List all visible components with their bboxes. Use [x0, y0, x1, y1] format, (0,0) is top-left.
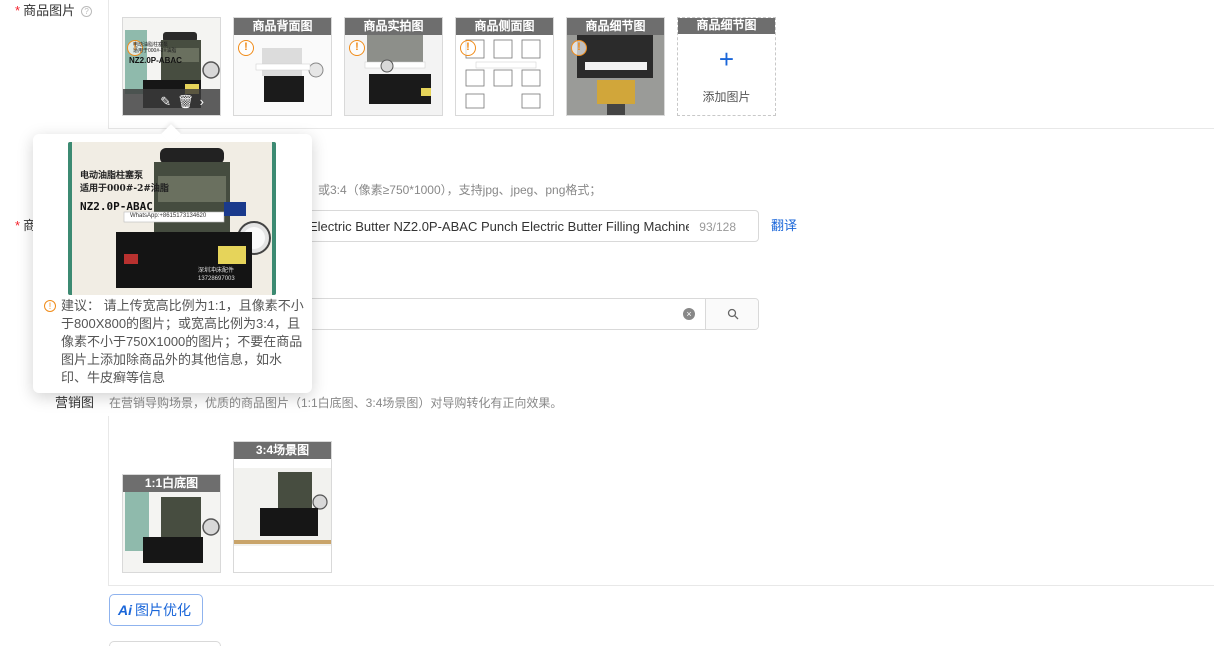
marketing-slot-scene[interactable]: 3:4场景图: [233, 441, 332, 573]
product-title-value[interactable]: Electric Butter NZ2.0P-ABAC Punch Electr…: [309, 219, 689, 234]
product-title-input[interactable]: Electric Butter NZ2.0P-ABAC Punch Electr…: [290, 210, 759, 242]
product-images-label: * 商品图片?: [15, 0, 93, 19]
slot-tag: 3:4场景图: [234, 442, 331, 459]
slot-tag: 商品细节图: [678, 18, 775, 34]
slot-tag: 1:1白底图: [123, 475, 220, 492]
product-model-text: NZ2.0P-ABAC: [129, 56, 182, 65]
product-image-slot-real[interactable]: 商品实拍图 !: [344, 17, 443, 116]
required-mark: *: [15, 218, 21, 233]
chevron-right-icon[interactable]: ›: [200, 94, 210, 109]
marketing-slot-white-bg[interactable]: 1:1白底图: [122, 474, 221, 573]
plus-icon: +: [718, 44, 735, 74]
ai-icon: Ai: [118, 602, 132, 618]
slot-tag: 商品侧面图: [456, 18, 553, 35]
required-mark: *: [15, 3, 21, 18]
delete-icon[interactable]: 🗑: [177, 94, 200, 109]
slot-tag: 商品背面图: [234, 18, 331, 35]
clear-icon[interactable]: ×: [683, 308, 695, 320]
product-image-slot-side[interactable]: 商品侧面图 !: [455, 17, 554, 116]
product-photo: [234, 442, 331, 572]
slot-tag: 商品实拍图: [345, 18, 442, 35]
product-image-slot-detail[interactable]: 商品细节图 !: [566, 17, 665, 116]
warning-icon: !: [571, 40, 587, 56]
help-icon[interactable]: ?: [81, 6, 93, 17]
popover-text: 建议： 请上传宽高比例为1:1，且像素不小于800X800的图片；或宽高比例为3…: [61, 298, 304, 385]
product-image-slot-main[interactable]: ! 电动油脂柱塞泵 适用于000#-2#油脂 NZ2.0P-ABAC ✎🗑›: [122, 17, 221, 116]
next-button-partial[interactable]: [109, 641, 221, 646]
marketing-hint: 在营销导购场景，优质的商品图片（1:1白底图、3:4场景图）对导购转化有正向效果…: [109, 396, 563, 410]
marketing-images-label: 营销图: [55, 395, 95, 410]
info-icon: !: [44, 300, 56, 312]
warning-icon: !: [349, 40, 365, 56]
add-image-label: 添加图片: [702, 90, 751, 104]
slot-toolbar: ✎🗑›: [123, 89, 220, 115]
image-tip-popover: 电动油脂柱塞泵 适用于000#-2#油脂 NZ2.0P-ABAC WhatsAp…: [33, 124, 312, 393]
add-image-button[interactable]: 商品细节图 + 添加图片: [677, 17, 776, 116]
slot-tag: 商品细节图: [567, 18, 664, 35]
warning-icon: !: [238, 40, 254, 56]
ai-image-optimize-button[interactable]: Ai 图片优化: [109, 594, 203, 626]
search-icon: [727, 308, 738, 320]
warning-icon: !: [460, 40, 476, 56]
image-format-hint: 或3:4（像素≥750*1000），支持jpg、jpeg、png格式；: [318, 183, 602, 197]
edit-icon[interactable]: ✎: [160, 94, 177, 109]
translate-link[interactable]: 翻译: [771, 215, 797, 234]
char-count: 93/128: [699, 220, 736, 234]
product-image-slot-back[interactable]: 商品背面图 !: [233, 17, 332, 116]
search-input[interactable]: ×: [290, 298, 759, 330]
search-button[interactable]: [705, 299, 758, 329]
popover-preview-image: 电动油脂柱塞泵 适用于000#-2#油脂 NZ2.0P-ABAC WhatsAp…: [68, 142, 276, 295]
